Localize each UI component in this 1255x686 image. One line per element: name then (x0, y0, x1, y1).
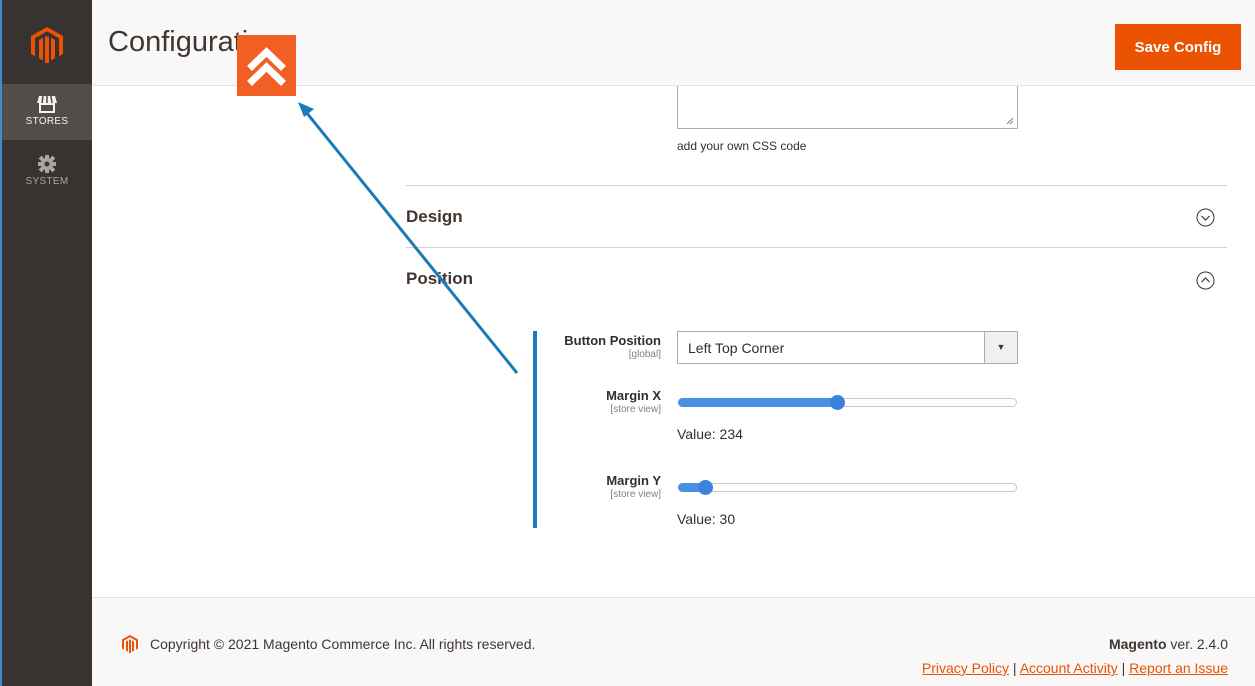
button-position-value: Left Top Corner (688, 340, 785, 356)
button-position-label: Button Position [global] (564, 333, 661, 360)
chevron-up-circle-icon[interactable] (1196, 271, 1215, 290)
margin-x-value: Value: 234 (677, 426, 743, 442)
slider-thumb[interactable] (698, 480, 713, 495)
button-position-scope: [global] (628, 349, 661, 360)
slider-thumb[interactable] (830, 395, 845, 410)
section-position-title[interactable]: Position (406, 269, 473, 289)
margin-x-label-text: Margin X (606, 388, 661, 403)
custom-css-textarea[interactable] (677, 86, 1018, 129)
dropdown-arrow-icon[interactable]: ▼ (984, 332, 1017, 363)
copyright-text: Copyright © 2021 Magento Commerce Inc. A… (150, 636, 536, 652)
privacy-policy-link[interactable]: Privacy Policy (922, 660, 1009, 676)
account-activity-link[interactable]: Account Activity (1020, 660, 1118, 676)
gear-icon (38, 155, 56, 173)
magento-logo-icon[interactable] (31, 27, 63, 64)
margin-y-scope: [store view] (610, 489, 661, 500)
store-icon (37, 95, 57, 113)
section-divider (406, 185, 1227, 186)
page-title: Configurati (108, 26, 249, 58)
resize-grip-icon[interactable] (1006, 117, 1014, 125)
nav-stores[interactable]: STORES (2, 84, 92, 140)
margin-y-label: Margin Y [store view] (606, 473, 661, 500)
report-issue-link[interactable]: Report an Issue (1129, 660, 1228, 676)
version-text: ver. 2.4.0 (1166, 636, 1228, 652)
version-info: Magento ver. 2.4.0 (1109, 636, 1228, 652)
margin-x-slider[interactable] (678, 395, 1017, 410)
textarea-note: add your own CSS code (677, 139, 807, 153)
slider-track (678, 483, 1017, 492)
margin-x-label: Margin X [store view] (606, 388, 661, 415)
save-config-button[interactable]: Save Config (1115, 24, 1241, 70)
section-divider (406, 247, 1227, 248)
brand-name: Magento (1108, 636, 1167, 652)
chevron-down-circle-icon[interactable] (1196, 208, 1215, 227)
admin-sidebar: STORES SYSTEM (0, 0, 92, 686)
nav-system[interactable]: SYSTEM (2, 146, 92, 202)
nav-system-label: SYSTEM (25, 176, 69, 187)
margin-y-slider[interactable] (678, 480, 1017, 495)
button-position-label-text: Button Position (564, 333, 661, 348)
margin-y-label-text: Margin Y (606, 473, 661, 488)
double-chevron-up-icon (247, 47, 286, 86)
slider-fill (678, 398, 837, 407)
magento-logo-icon (122, 635, 138, 653)
scroll-to-top-button[interactable] (237, 35, 296, 96)
margin-x-scope: [store view] (610, 404, 661, 415)
footer-links: Privacy Policy | Account Activity | Repo… (922, 660, 1228, 676)
nav-stores-label: STORES (25, 116, 69, 127)
page-footer: Copyright © 2021 Magento Commerce Inc. A… (92, 597, 1255, 686)
section-design-title[interactable]: Design (406, 207, 463, 227)
link-separator: | (1117, 660, 1130, 676)
annotation-bar (533, 331, 537, 528)
button-position-select[interactable]: Left Top Corner ▼ (677, 331, 1018, 364)
margin-y-value: Value: 30 (677, 511, 736, 527)
link-separator: | (1009, 660, 1020, 676)
